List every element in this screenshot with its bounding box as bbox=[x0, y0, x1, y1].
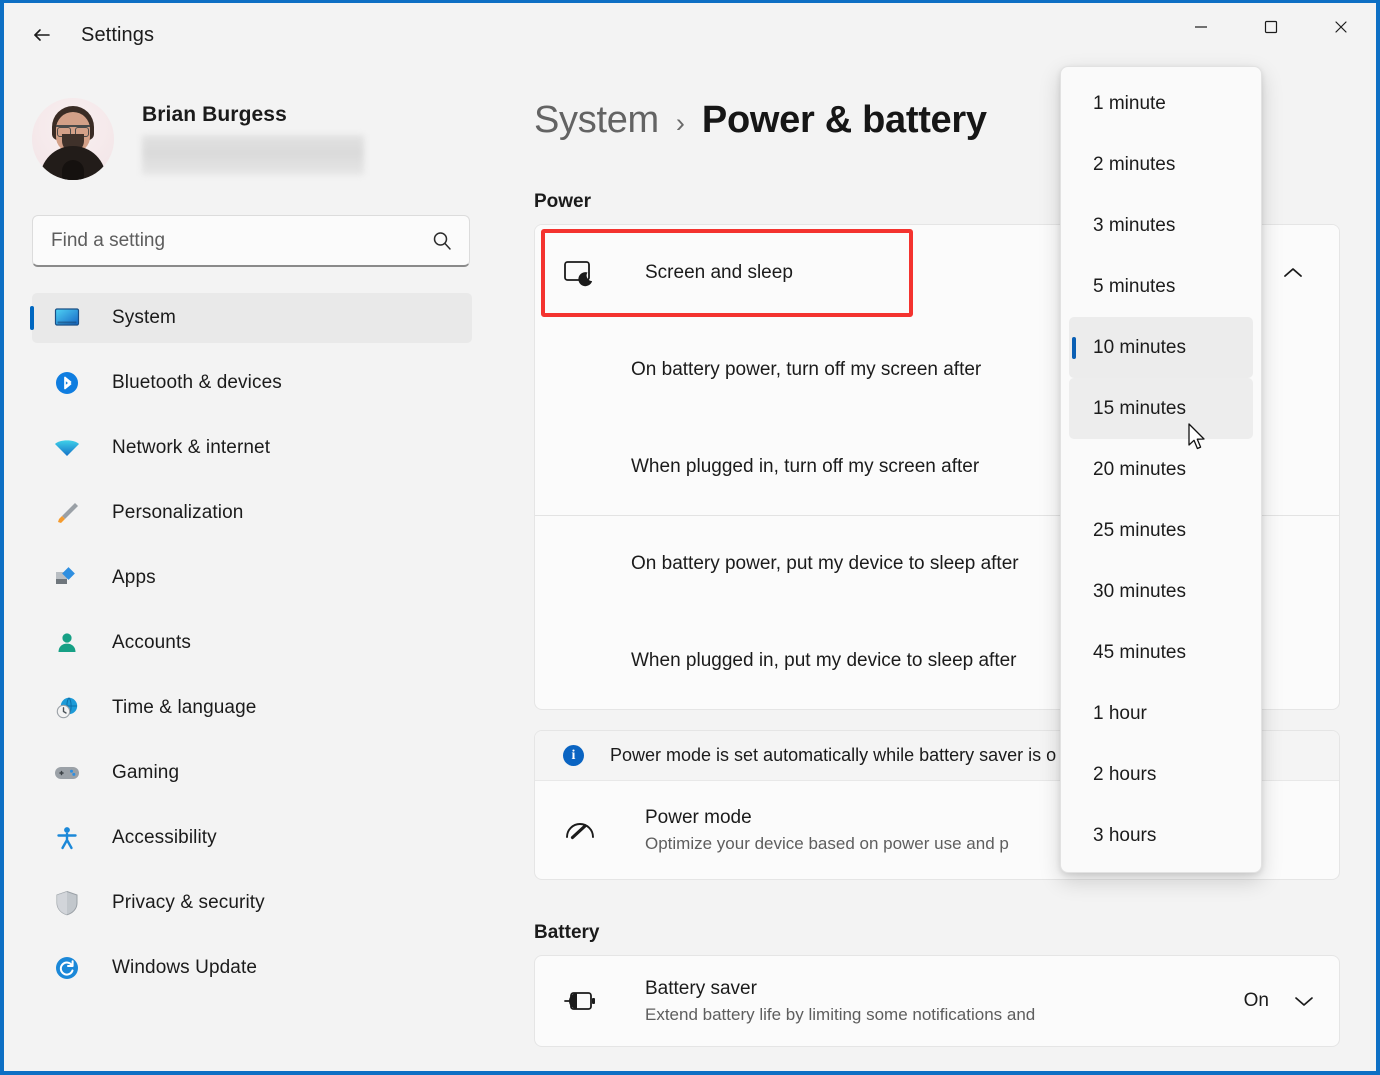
power-mode-subtitle: Optimize your device based on power use … bbox=[645, 834, 1009, 854]
setting-label: When plugged in, turn off my screen afte… bbox=[631, 452, 979, 482]
battery-saver-subtitle: Extend battery life by limiting some not… bbox=[645, 1005, 1244, 1025]
maximize-icon[interactable] bbox=[1236, 3, 1306, 51]
shield-icon bbox=[54, 890, 80, 916]
chevron-right-icon: › bbox=[676, 108, 685, 139]
screen-sleep-icon bbox=[563, 258, 597, 288]
dropdown-option[interactable]: 3 minutes bbox=[1069, 195, 1253, 256]
battery-section-heading: Battery bbox=[534, 922, 1380, 944]
person-icon bbox=[54, 630, 80, 656]
sidebar-item-label: Bluetooth & devices bbox=[112, 372, 282, 394]
chevron-down-icon[interactable] bbox=[1293, 994, 1315, 1008]
search-input[interactable] bbox=[32, 215, 470, 267]
info-banner-text: Power mode is set automatically while ba… bbox=[610, 745, 1056, 766]
user-profile[interactable]: Brian Burgess bbox=[32, 91, 506, 187]
refresh-circle-icon bbox=[54, 955, 80, 981]
sidebar-item-accessibility[interactable]: Accessibility bbox=[32, 813, 472, 863]
sidebar-item-personalization[interactable]: Personalization bbox=[32, 488, 472, 538]
search-icon[interactable] bbox=[431, 230, 453, 252]
sidebar-item-windows-update[interactable]: Windows Update bbox=[32, 943, 472, 993]
setting-label: When plugged in, put my device to sleep … bbox=[631, 646, 1017, 676]
timeout-dropdown-flyout[interactable]: 1 minute 2 minutes 3 minutes 5 minutes 1… bbox=[1060, 66, 1262, 873]
monitor-icon bbox=[54, 305, 80, 331]
bluetooth-icon bbox=[54, 370, 80, 396]
user-name: Brian Burgess bbox=[142, 103, 364, 127]
battery-saver-state: On bbox=[1244, 990, 1269, 1012]
sidebar-item-label: Accessibility bbox=[112, 827, 217, 849]
breadcrumb-system[interactable]: System bbox=[534, 99, 659, 142]
dropdown-option[interactable]: 45 minutes bbox=[1069, 622, 1253, 683]
sidebar-item-system[interactable]: System bbox=[32, 293, 472, 343]
sidebar-item-gaming[interactable]: Gaming bbox=[32, 748, 472, 798]
window-controls bbox=[1166, 3, 1376, 51]
dropdown-option[interactable]: 1 minute bbox=[1069, 73, 1253, 134]
screen-and-sleep-title: Screen and sleep bbox=[645, 262, 793, 284]
dropdown-option[interactable]: 2 hours bbox=[1069, 744, 1253, 805]
sidebar-item-time-language[interactable]: Time & language bbox=[32, 683, 472, 733]
page-title: Power & battery bbox=[702, 99, 987, 142]
dropdown-option[interactable]: 2 minutes bbox=[1069, 134, 1253, 195]
chevron-up-icon[interactable] bbox=[1273, 253, 1313, 293]
apps-icon bbox=[54, 565, 80, 591]
info-icon: i bbox=[563, 745, 584, 766]
dropdown-option[interactable]: 30 minutes bbox=[1069, 561, 1253, 622]
battery-saver-card: Battery saver Extend battery life by lim… bbox=[534, 955, 1340, 1047]
dropdown-option[interactable]: 3 hours bbox=[1069, 805, 1253, 866]
dropdown-option[interactable]: 5 minutes bbox=[1069, 256, 1253, 317]
settings-window: Settings bbox=[0, 0, 1380, 1075]
battery-saver-title: Battery saver bbox=[645, 978, 1244, 1000]
minimize-icon[interactable] bbox=[1166, 3, 1236, 51]
gamepad-icon bbox=[54, 760, 80, 786]
accessibility-person-icon bbox=[54, 825, 80, 851]
battery-saver-icon bbox=[563, 986, 597, 1016]
setting-label: On battery power, put my device to sleep… bbox=[631, 549, 1019, 579]
battery-saver-row[interactable]: Battery saver Extend battery life by lim… bbox=[535, 956, 1339, 1046]
title-bar: Settings bbox=[4, 3, 1376, 67]
sidebar-item-label: Privacy & security bbox=[112, 892, 265, 914]
dropdown-option[interactable]: 25 minutes bbox=[1069, 500, 1253, 561]
sidebar-item-bluetooth-devices[interactable]: Bluetooth & devices bbox=[32, 358, 472, 408]
setting-label: On battery power, turn off my screen aft… bbox=[631, 355, 981, 385]
power-mode-title: Power mode bbox=[645, 807, 1009, 829]
sidebar-nav: System Bluetooth & devices bbox=[32, 293, 472, 993]
dropdown-option[interactable]: 1 hour bbox=[1069, 683, 1253, 744]
user-email-redacted bbox=[142, 135, 364, 175]
sidebar-item-label: Time & language bbox=[112, 697, 256, 719]
app-title: Settings bbox=[81, 24, 154, 47]
avatar bbox=[32, 98, 114, 180]
paintbrush-icon bbox=[54, 500, 80, 526]
back-arrow-icon[interactable] bbox=[22, 15, 62, 55]
clock-globe-icon bbox=[54, 695, 80, 721]
dropdown-option-hovered[interactable]: 15 minutes bbox=[1069, 378, 1253, 439]
sidebar-item-label: Personalization bbox=[112, 502, 243, 524]
dropdown-option-selected[interactable]: 10 minutes bbox=[1069, 317, 1253, 378]
sidebar-item-privacy-security[interactable]: Privacy & security bbox=[32, 878, 472, 928]
sidebar-item-network-internet[interactable]: Network & internet bbox=[32, 423, 472, 473]
search-field[interactable] bbox=[33, 216, 403, 265]
sidebar-item-label: Windows Update bbox=[112, 957, 257, 979]
sidebar-item-label: Apps bbox=[112, 567, 156, 589]
gauge-icon bbox=[563, 815, 597, 845]
sidebar-item-label: Network & internet bbox=[112, 437, 270, 459]
sidebar-item-label: System bbox=[112, 307, 176, 329]
sidebar-item-apps[interactable]: Apps bbox=[32, 553, 472, 603]
close-icon[interactable] bbox=[1306, 3, 1376, 51]
sidebar: Brian Burgess bbox=[4, 67, 506, 1071]
sidebar-item-accounts[interactable]: Accounts bbox=[32, 618, 472, 668]
dropdown-option[interactable]: 20 minutes bbox=[1069, 439, 1253, 500]
wifi-icon bbox=[54, 435, 80, 461]
sidebar-item-label: Gaming bbox=[112, 762, 179, 784]
sidebar-item-label: Accounts bbox=[112, 632, 191, 654]
